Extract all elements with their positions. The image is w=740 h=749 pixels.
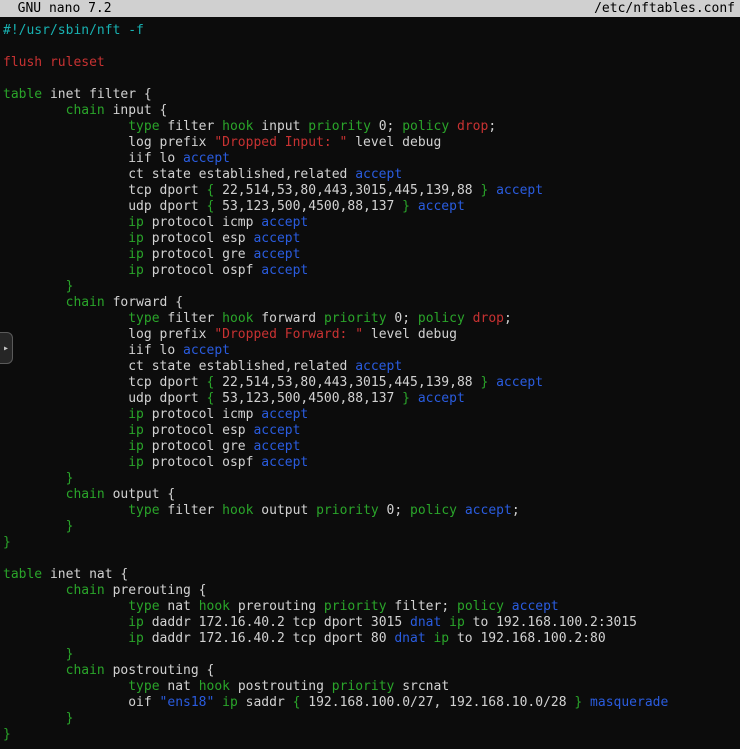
code-line: type filter hook output priority 0; poli… bbox=[3, 503, 740, 519]
editor[interactable]: #!/usr/sbin/nft -f flush ruleset table ine… bbox=[0, 17, 740, 743]
code-line: type nat hook postrouting priority srcna… bbox=[3, 679, 740, 695]
code-line: ip protocol ospf accept bbox=[3, 455, 740, 471]
code-line: udp dport { 53,123,500,4500,88,137 } acc… bbox=[3, 391, 740, 407]
code-line: iif lo accept bbox=[3, 343, 740, 359]
code-line: chain prerouting { bbox=[3, 583, 740, 599]
code-line: } bbox=[3, 535, 740, 551]
code-line: ip daddr 172.16.40.2 tcp dport 80 dnat i… bbox=[3, 631, 740, 647]
code-line: ip protocol gre accept bbox=[3, 439, 740, 455]
code-line: ip protocol icmp accept bbox=[3, 215, 740, 231]
code-line: chain output { bbox=[3, 487, 740, 503]
code-line: } bbox=[3, 711, 740, 727]
side-panel-toggle[interactable]: ▸ bbox=[0, 332, 13, 364]
code-line: ip protocol ospf accept bbox=[3, 263, 740, 279]
code-line: iif lo accept bbox=[3, 151, 740, 167]
code-line: ip protocol esp accept bbox=[3, 423, 740, 439]
code-line bbox=[3, 39, 740, 55]
nano-version-label: GNU nano 7.2 bbox=[2, 1, 112, 16]
code-line: log prefix "Dropped Input: " level debug bbox=[3, 135, 740, 151]
code-line: table inet nat { bbox=[3, 567, 740, 583]
code-line: flush ruleset bbox=[3, 55, 740, 71]
code-line: chain forward { bbox=[3, 295, 740, 311]
code-line: } bbox=[3, 279, 740, 295]
code-line: } bbox=[3, 519, 740, 535]
code-line: ip daddr 172.16.40.2 tcp dport 3015 dnat… bbox=[3, 615, 740, 631]
code-line: ct state established,related accept bbox=[3, 167, 740, 183]
code-line bbox=[3, 551, 740, 567]
code-line: tcp dport { 22,514,53,80,443,3015,445,13… bbox=[3, 375, 740, 391]
code-line: ip protocol esp accept bbox=[3, 231, 740, 247]
code-line: type nat hook prerouting priority filter… bbox=[3, 599, 740, 615]
code-line: udp dport { 53,123,500,4500,88,137 } acc… bbox=[3, 199, 740, 215]
nano-titlebar: GNU nano 7.2 /etc/nftables.conf bbox=[0, 0, 740, 17]
code-line: table inet filter { bbox=[3, 87, 740, 103]
code-line bbox=[3, 71, 740, 87]
code-line: #!/usr/sbin/nft -f bbox=[3, 23, 740, 39]
code-line: ip protocol icmp accept bbox=[3, 407, 740, 423]
code-line: log prefix "Dropped Forward: " level deb… bbox=[3, 327, 740, 343]
code-line: } bbox=[3, 471, 740, 487]
code-line: type filter hook forward priority 0; pol… bbox=[3, 311, 740, 327]
code-line: tcp dport { 22,514,53,80,443,3015,445,13… bbox=[3, 183, 740, 199]
code-line: } bbox=[3, 727, 740, 743]
code-line: } bbox=[3, 647, 740, 663]
code-line: oif "ens18" ip saddr { 192.168.100.0/27,… bbox=[3, 695, 740, 711]
file-path-label: /etc/nftables.conf bbox=[594, 1, 735, 16]
code-line: chain postrouting { bbox=[3, 663, 740, 679]
code-line: ip protocol gre accept bbox=[3, 247, 740, 263]
code-line: ct state established,related accept bbox=[3, 359, 740, 375]
chevron-right-icon: ▸ bbox=[3, 343, 9, 354]
code-line: chain input { bbox=[3, 103, 740, 119]
code-line: type filter hook input priority 0; polic… bbox=[3, 119, 740, 135]
